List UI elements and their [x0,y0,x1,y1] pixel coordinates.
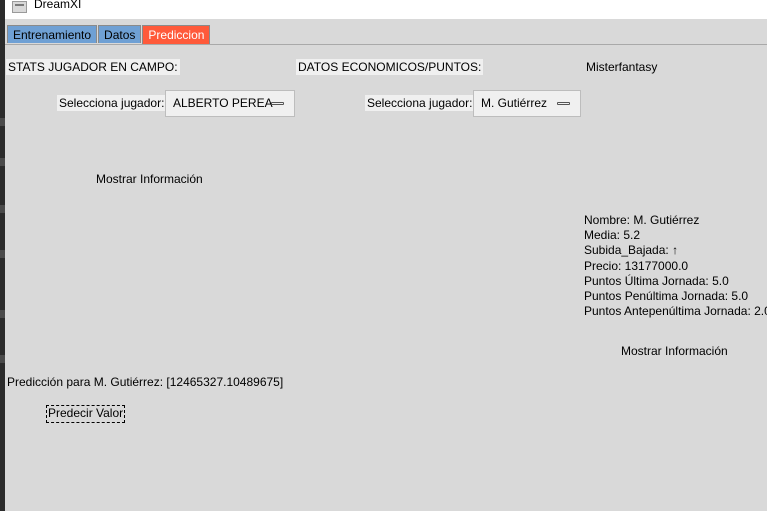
info-nombre: Nombre: M. Gutiérrez [584,213,700,227]
tab-datos[interactable]: Datos [98,25,142,43]
info-media: Media: 5.2 [584,228,641,243]
left-player-dropdown[interactable]: ALBERTO PEREA [165,90,295,117]
info-puntos-ultima: Puntos Última Jornada: 5.0 [584,273,729,288]
info-precio: Precio: 13177000.0 [584,258,689,273]
source-label: Misterfantasy [586,60,658,74]
app-window: Entrenamiento Datos Prediccion STATS JUG… [5,19,767,511]
app-icon [12,1,27,13]
predict-value-button[interactable]: Predecir Valor [46,405,126,423]
player-info-panel: Nombre: M. Gutiérrez Media: 5.2 Subida_B… [584,213,767,319]
dropdown-indicator-icon [557,102,570,105]
left-select-label: Selecciona jugador: [57,95,167,111]
right-player-value: M. Gutiérrez [481,96,548,110]
info-puntos-penultima: Puntos Penúltima Jornada: 5.0 [584,289,749,304]
right-select-label: Selecciona jugador: [365,95,475,111]
info-subida-bajada: Subida_Bajada: ↑ [584,243,679,258]
prediction-result: Predicción para M. Gutiérrez: [12465327.… [7,375,284,389]
window-title: DreamXI [34,0,82,11]
economic-header: DATOS ECONOMICOS/PUNTOS: [296,59,484,75]
title-bar[interactable]: DreamXI [5,0,767,19]
info-puntos-antepenultima: Puntos Antepenúltima Jornada: 2.0 [584,304,767,319]
left-player-value: ALBERTO PEREA [173,96,273,110]
screen: DreamXI Entrenamiento Datos Prediccion S… [0,0,767,511]
tab-prediccion[interactable]: Prediccion [142,25,211,44]
dropdown-indicator-icon [271,102,284,105]
stats-header: STATS JUGADOR EN CAMPO: [6,59,180,75]
tab-entrenamiento[interactable]: Entrenamiento [7,25,98,43]
tab-bar: Entrenamiento Datos Prediccion [7,25,211,44]
right-player-dropdown[interactable]: M. Gutiérrez [473,90,581,117]
left-show-info-button[interactable]: Mostrar Información [96,172,203,186]
right-show-info-button[interactable]: Mostrar Información [621,344,728,358]
tab-divider [5,44,767,45]
